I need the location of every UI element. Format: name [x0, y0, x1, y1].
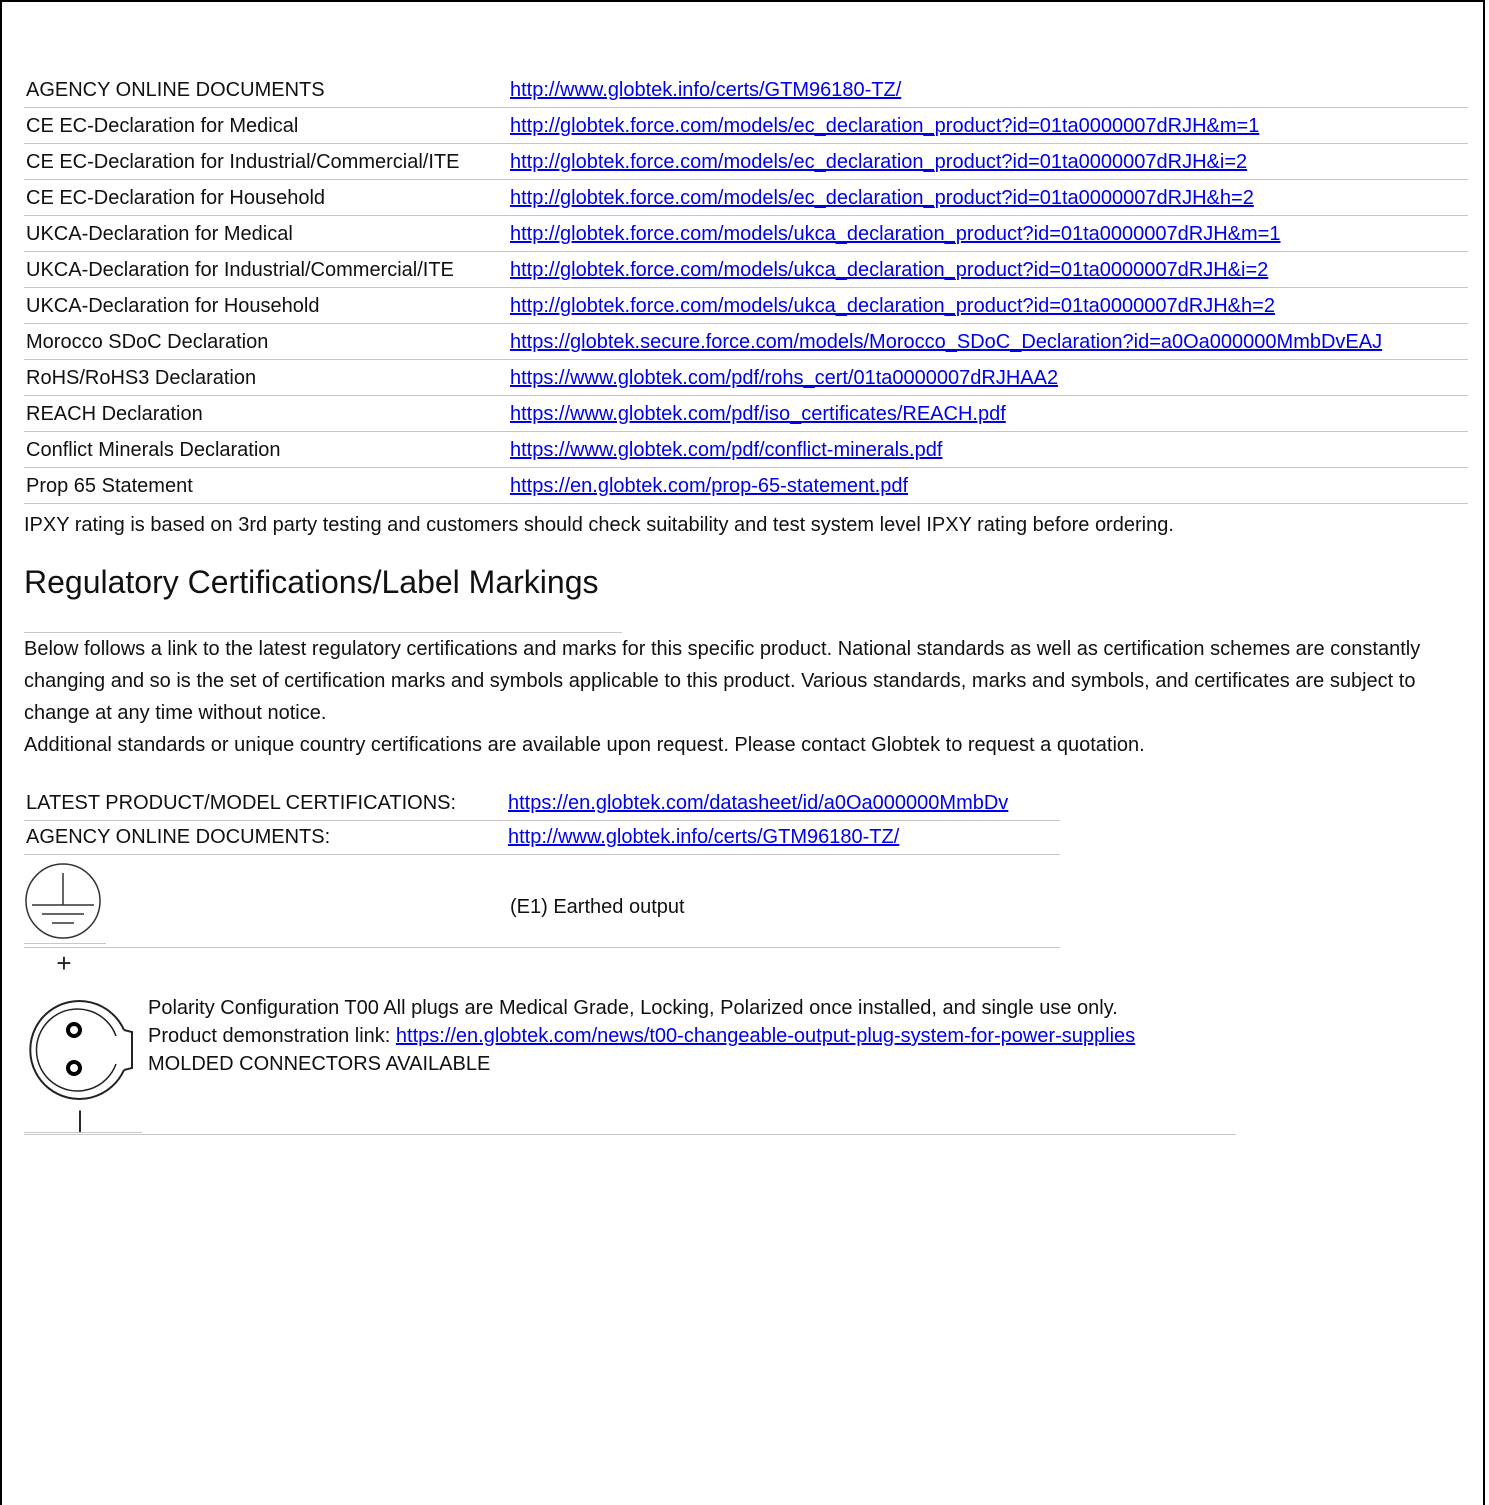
polarity-description: Polarity Configuration T00 All plugs are… — [148, 997, 1118, 1019]
section-title: Regulatory Certifications/Label Markings — [24, 564, 599, 600]
table-row: RoHS/RoHS3 Declaration https://www.globte… — [24, 359, 1468, 396]
doc-link[interactable]: http://www.globtek.info/certs/GTM96180-T… — [510, 79, 901, 101]
table-row: REACH Declaration https://www.globtek.com… — [24, 395, 1468, 432]
table-row: CE EC-Declaration for Household http://gl… — [24, 179, 1468, 216]
earthed-output-text: (E1) Earthed output — [510, 896, 685, 918]
demo-label: Product demonstration link: — [148, 1025, 396, 1047]
minus-symbol: | — [77, 1107, 83, 1132]
doc-link[interactable]: http://globtek.force.com/models/ukca_dec… — [510, 295, 1275, 317]
table-row: Prop 65 Statement https://en.globtek.com/… — [24, 467, 1468, 504]
contact-paragraph: Additional standards or unique country c… — [24, 734, 1145, 756]
cert-label: LATEST PRODUCT/MODEL CERTIFICATIONS: — [24, 787, 506, 821]
doc-link[interactable]: https://en.globtek.com/prop-65-statement… — [510, 475, 908, 497]
section-divider — [24, 604, 622, 633]
doc-label: Morocco SDoC Declaration — [24, 323, 508, 360]
doc-label: UKCA-Declaration for Household — [24, 287, 508, 324]
certifications-table: LATEST PRODUCT/MODEL CERTIFICATIONS: http… — [24, 787, 1060, 855]
online-documents-table: AGENCY ONLINE DOCUMENTS http://www.globte… — [24, 72, 1468, 504]
intro-paragraph: Below follows a link to the latest regul… — [24, 638, 1421, 724]
table-row: CE EC-Declaration for Medical http://glob… — [24, 107, 1468, 144]
cert-label: AGENCY ONLINE DOCUMENTS: — [24, 820, 506, 855]
doc-link[interactable]: https://www.globtek.com/pdf/rohs_cert/01… — [510, 367, 1058, 389]
demo-link[interactable]: https://en.globtek.com/news/t00-changeab… — [396, 1025, 1135, 1047]
plus-symbol: + — [56, 952, 71, 978]
doc-label: CE EC-Declaration for Medical — [24, 107, 508, 144]
doc-link[interactable]: http://globtek.force.com/models/ec_decla… — [510, 187, 1254, 209]
doc-label: Conflict Minerals Declaration — [24, 431, 508, 468]
table-row: UKCA-Declaration for Household http://glo… — [24, 287, 1468, 324]
doc-link[interactable]: http://globtek.force.com/models/ec_decla… — [510, 151, 1247, 173]
doc-label: Prop 65 Statement — [24, 467, 508, 504]
doc-label: CE EC-Declaration for Household — [24, 179, 508, 216]
table-row: AGENCY ONLINE DOCUMENTS http://www.globte… — [24, 72, 1468, 108]
earthed-output-row: (E1) Earthed output — [24, 855, 1060, 948]
doc-label: CE EC-Declaration for Industrial/Commerc… — [24, 143, 508, 180]
table-row: Conflict Minerals Declaration https://www… — [24, 431, 1468, 468]
doc-label: RoHS/RoHS3 Declaration — [24, 359, 508, 396]
polarity-text: Polarity Configuration T00 All plugs are… — [148, 994, 1135, 1078]
page-content: AGENCY ONLINE DOCUMENTS http://www.globte… — [24, 72, 1470, 1135]
polarity-row: + | Polarity Configuration T00 All plugs… — [24, 948, 1236, 1135]
table-row: CE EC-Declaration for Industrial/Commerc… — [24, 143, 1468, 180]
polarity-connector-icon: + | — [24, 948, 142, 1134]
ipxy-note: IPXY rating is based on 3rd party testin… — [24, 514, 1174, 536]
cert-link[interactable]: http://www.globtek.info/certs/GTM96180-T… — [508, 826, 899, 848]
cert-link[interactable]: https://en.globtek.com/datasheet/id/a0Oa… — [508, 792, 1008, 814]
table-row: UKCA-Declaration for Medical http://globt… — [24, 215, 1468, 252]
doc-link[interactable]: http://globtek.force.com/models/ukca_dec… — [510, 259, 1268, 281]
doc-link[interactable]: https://www.globtek.com/pdf/conflict-min… — [510, 439, 942, 461]
table-row: AGENCY ONLINE DOCUMENTS: http://www.globt… — [24, 820, 1060, 855]
doc-link[interactable]: http://globtek.force.com/models/ec_decla… — [510, 115, 1259, 137]
demo-line: Product demonstration link: https://en.g… — [148, 1022, 1135, 1050]
doc-label: AGENCY ONLINE DOCUMENTS — [24, 72, 508, 108]
table-row: LATEST PRODUCT/MODEL CERTIFICATIONS: http… — [24, 787, 1060, 821]
doc-link[interactable]: https://www.globtek.com/pdf/iso_certific… — [510, 403, 1006, 425]
earth-ground-icon — [24, 861, 106, 944]
molded-connectors-text: MOLDED CONNECTORS AVAILABLE — [148, 1053, 491, 1075]
table-row: Morocco SDoC Declaration https://globtek.… — [24, 323, 1468, 360]
page-frame: AGENCY ONLINE DOCUMENTS http://www.globte… — [0, 0, 1485, 1505]
doc-link[interactable]: http://globtek.force.com/models/ukca_dec… — [510, 223, 1280, 245]
doc-label: REACH Declaration — [24, 395, 508, 432]
doc-link[interactable]: https://globtek.secure.force.com/models/… — [510, 331, 1382, 353]
doc-label: UKCA-Declaration for Industrial/Commerci… — [24, 251, 508, 288]
doc-label: UKCA-Declaration for Medical — [24, 215, 508, 252]
table-row: UKCA-Declaration for Industrial/Commerci… — [24, 251, 1468, 288]
